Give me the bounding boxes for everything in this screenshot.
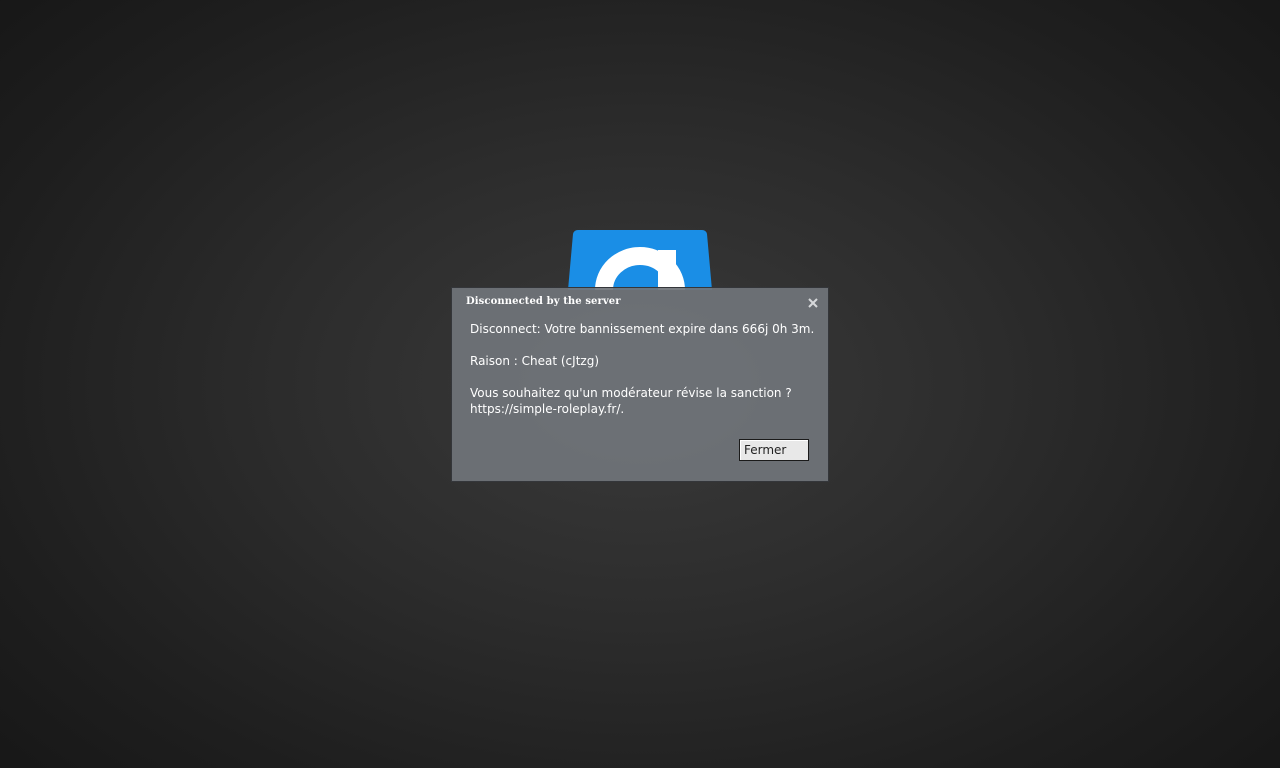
close-icon bbox=[808, 298, 818, 308]
appeal-text: Vous souhaitez qu'un modérateur révise l… bbox=[470, 385, 815, 417]
dialog-message: Disconnect: Votre bannissement expire da… bbox=[470, 321, 815, 433]
appeal-url: https://simple-roleplay.fr/. bbox=[470, 402, 625, 416]
disconnect-dialog: Disconnected by the server Disconnect: V… bbox=[451, 287, 829, 482]
close-dialog-button[interactable]: Fermer bbox=[739, 439, 809, 461]
disconnect-reason-text: Disconnect: Votre bannissement expire da… bbox=[470, 322, 815, 336]
dialog-title: Disconnected by the server bbox=[466, 296, 621, 307]
ban-reason-text: Raison : Cheat (cJtzg) bbox=[470, 354, 599, 368]
appeal-question: Vous souhaitez qu'un modérateur révise l… bbox=[470, 386, 792, 400]
close-button[interactable] bbox=[806, 296, 820, 310]
